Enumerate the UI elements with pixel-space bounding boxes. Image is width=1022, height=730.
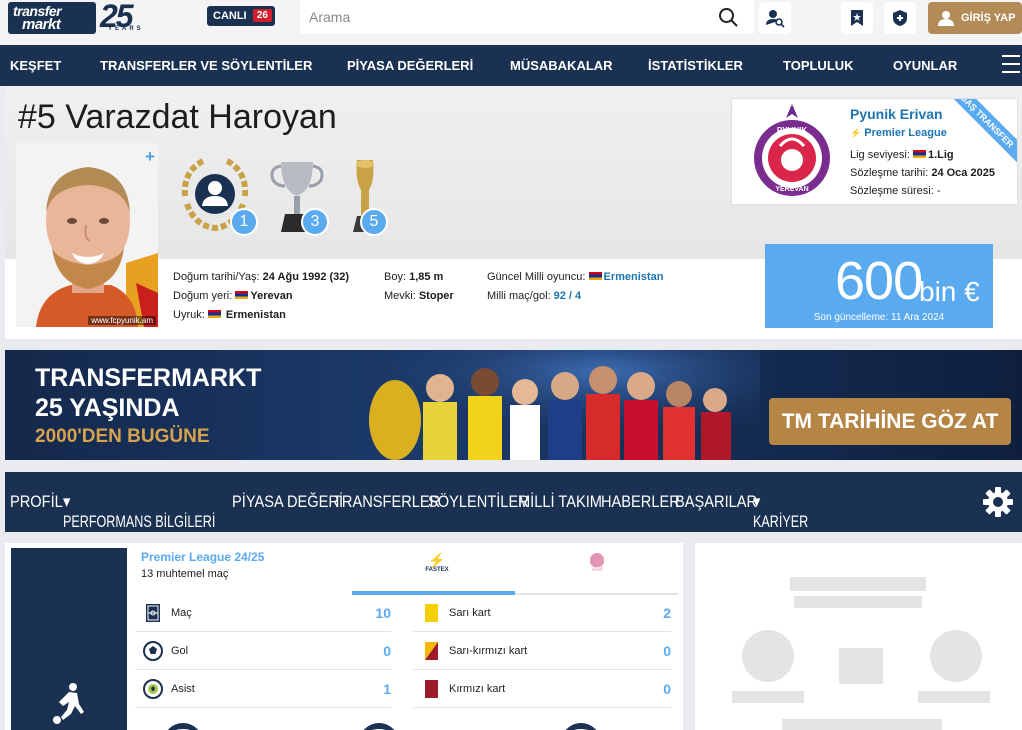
club-contract-date: Sözleşme tarihi: 24 Oca 2025 [850,167,995,179]
live-button[interactable]: CANLI 26 [207,6,275,26]
tab-achievements[interactable]: BAŞARILAR [675,492,757,512]
stat-row-goals[interactable]: Gol 0 [135,633,391,670]
nav-item-statistics[interactable]: İSTATİSTİKLER [648,58,743,73]
stats-side-panel [11,548,127,730]
tab-national-team[interactable]: MİLLİ TAKIM [518,492,602,512]
search-input[interactable] [300,0,710,34]
tab-transfers[interactable]: TRANSFERLER [333,492,440,512]
info-birthplace: Doğum yeri: Yerevan [173,290,293,302]
info-caps: Milli maç/gol: 92 / 4 [487,290,582,302]
profile-subnav: PROFİL PERFORMANS BİLGİLERİ ▾ PİYASA DEĞ… [5,472,1022,532]
assist-ball-icon [143,679,163,699]
tab-performance[interactable]: PERFORMANS BİLGİLERİ ▾ [63,492,215,531]
gauge-partial [359,723,399,730]
info-dob: Doğum tarihi/Yaş: 24 Ağu 1992 (32) [173,271,350,283]
stats-card: Premier League 24/25 13 muhtemel maç ⚡ F… [5,543,683,730]
nav-item-games[interactable]: OYUNLAR [893,58,957,73]
club-name-link[interactable]: Pyunik Erivan [850,106,943,122]
stat-row-assists[interactable]: Asist 1 [135,671,391,708]
red-card-icon [425,680,438,698]
add-photo-plus-icon[interactable]: + [145,147,155,167]
photo-credit: www.fcpyunik.am [88,316,156,325]
tab-rumours[interactable]: SÖYLENTİLER [428,492,529,512]
trophy-count-badge: 1 [230,208,258,236]
tab-market-value[interactable]: PİYASA DEĞERİ [232,492,343,512]
transfermarkt-logo[interactable]: transfer markt 25 YEARS [8,0,158,34]
main-nav: KEŞFET TRANSFERLER VE SÖYLENTİLER PİYASA… [0,45,1022,86]
stat-row-red-cards[interactable]: Kırmızı kart 0 [413,671,671,708]
player-name: #5 Varazdat Haroyan [18,98,337,136]
trophy-player-award[interactable]: 1 [175,156,258,242]
club-logo-top-text: PYUNIK [777,126,807,135]
footballer-icon [53,683,84,724]
tm-anniversary-banner[interactable]: TRANSFERMARKT 25 YAŞINDA 2000'DEN BUGÜNE… [5,350,1022,460]
stat-row-yellow-cards[interactable]: Sarı kart 2 [413,595,671,632]
trophy-count-badge: 3 [301,208,329,236]
gauge-partial [561,723,601,730]
pyunik-club-logo[interactable]: PYUNIK YEREVAN [752,102,832,202]
search-bar [300,0,754,34]
trophy-league-cup[interactable]: 3 [267,156,347,242]
player-header-card: #5 Varazdat Haroyan www.fcpyunik.am + 1 … [5,86,1022,339]
tab-career[interactable]: KARİYER ▾ [753,492,808,531]
player-photo[interactable]: www.fcpyunik.am [16,143,158,327]
info-position: Mevki: Stoper [384,290,454,302]
top-header: transfer markt 25 YEARS CANLI 26 GİRİŞ Y… [0,0,1022,45]
club-level: Lig seviyesi: 1.Lig [850,149,954,161]
info-height: Boy: 1,85 m [384,271,444,283]
club-contract-duration: Sözleşme süresi: - [850,185,941,197]
armenia-flag-icon [912,150,926,158]
sponsor-fastex-logo[interactable]: ⚡ FASTEX [417,553,457,573]
tab-news[interactable]: HABERLER [601,492,680,512]
page: transfer markt 25 YEARS CANLI 26 GİRİŞ Y… [0,0,1022,730]
gauge-partial [163,723,203,730]
nav-item-market-values[interactable]: PİYASA DEĞERLERİ [347,58,473,73]
live-count-badge: 26 [252,9,272,22]
armenia-flag-icon [207,310,221,318]
nav-item-transfers[interactable]: TRANSFERLER VE SÖYLENTİLER [100,58,312,73]
armenia-flag-icon [235,291,249,299]
trophy-gold-cup[interactable]: 5 [345,156,425,242]
sponsor-vbet-logo[interactable]: vbet [583,553,611,573]
search-icon[interactable] [718,7,738,27]
bookmark-icon[interactable] [841,2,873,34]
loading-placeholder-panel [695,543,1022,730]
pitch-icon [146,604,160,622]
club-box: PYUNIK YEREVAN Pyunik Erivan ⚡ Premier L… [731,98,1018,205]
market-value-updated: Son güncelleme: 11 Ara 2024 [813,312,945,323]
trophy-count-badge: 5 [360,208,388,236]
club-logo-bottom-text: YEREVAN [775,186,808,193]
tab-profile[interactable]: PROFİL [10,492,63,512]
league-link[interactable]: ⚡ Premier League [850,127,947,139]
player-search-icon[interactable] [759,2,791,34]
competition-link[interactable]: Premier League 24/25 [141,550,264,564]
stat-row-second-yellow[interactable]: Sarı-kırmızı kart 0 [413,633,671,670]
nav-item-competitions[interactable]: MÜSABAKALAR [510,58,613,73]
user-icon [938,11,954,26]
gear-icon[interactable] [981,485,1015,519]
login-button[interactable]: GİRİŞ YAP [928,2,1022,34]
market-value-box[interactable]: 600 bin € Son güncelleme: 11 Ara 2024 [765,244,993,328]
national-team-link[interactable]: Ermenistan [604,271,664,283]
ball-icon [143,641,163,661]
nav-item-discover[interactable]: KEŞFET [10,58,61,73]
yellow-red-card-icon [425,642,438,660]
armenia-flag-icon [588,272,602,280]
nav-item-community[interactable]: TOPLULUK [783,58,854,73]
caps-link[interactable]: 92 / 4 [554,290,582,302]
yellow-card-icon [425,604,438,622]
info-citizenship: Uyruk: Ermenistan [173,309,286,321]
add-club-shield-icon[interactable] [884,2,916,34]
stat-row-matches[interactable]: Maç 10 [135,595,391,632]
banner-cta-button[interactable]: TM TARİHİNE GÖZ AT [769,398,1011,445]
banner-players-image [365,350,760,460]
possible-matches: 13 muhtemel maç [141,568,229,580]
hamburger-menu-icon[interactable] [1002,55,1020,75]
info-national-team: Güncel Milli oyuncu: Ermenistan [487,271,664,283]
